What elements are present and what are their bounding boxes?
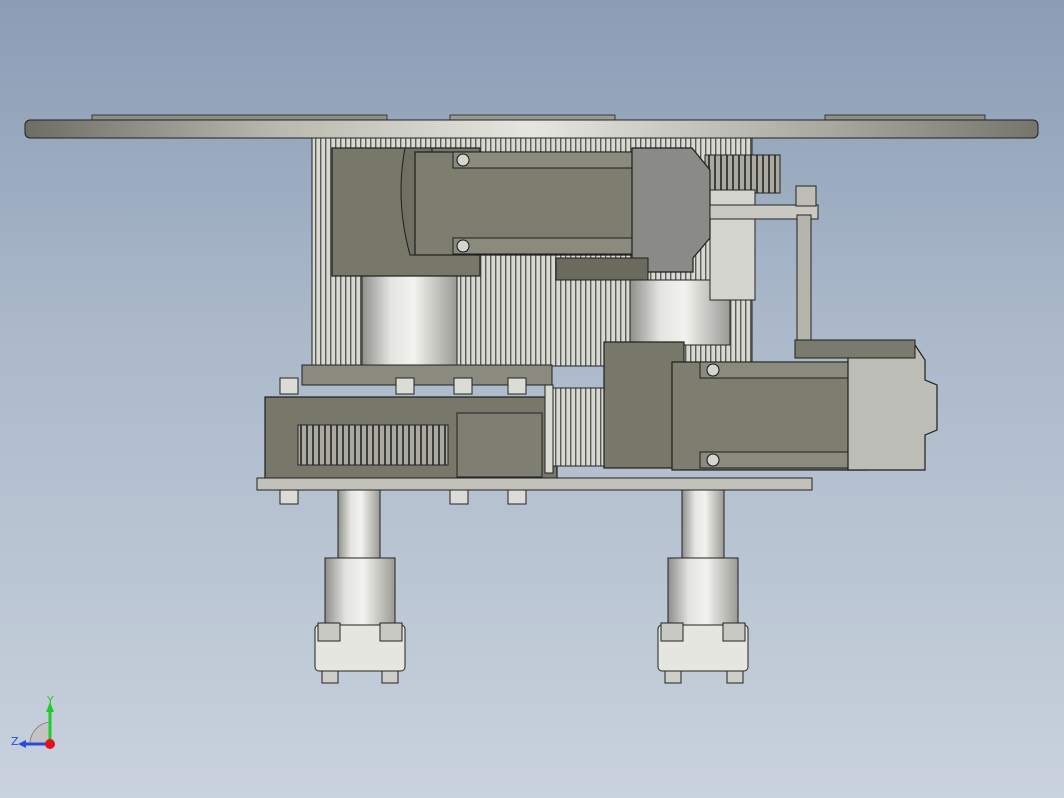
x-axis-dot-icon xyxy=(45,739,55,749)
turntable-plate xyxy=(24,114,1039,139)
axis-triad[interactable]: Y Z xyxy=(10,696,70,756)
support-leg-right xyxy=(657,489,749,684)
cad-viewport[interactable]: Y Z xyxy=(0,0,1064,798)
assembly-model[interactable] xyxy=(0,0,1064,798)
z-axis-head-icon xyxy=(18,740,26,748)
support-leg-left xyxy=(314,489,406,684)
lower-servo-motor xyxy=(603,339,938,471)
y-axis-label: Y xyxy=(46,696,54,707)
z-axis-label: Z xyxy=(11,735,19,748)
